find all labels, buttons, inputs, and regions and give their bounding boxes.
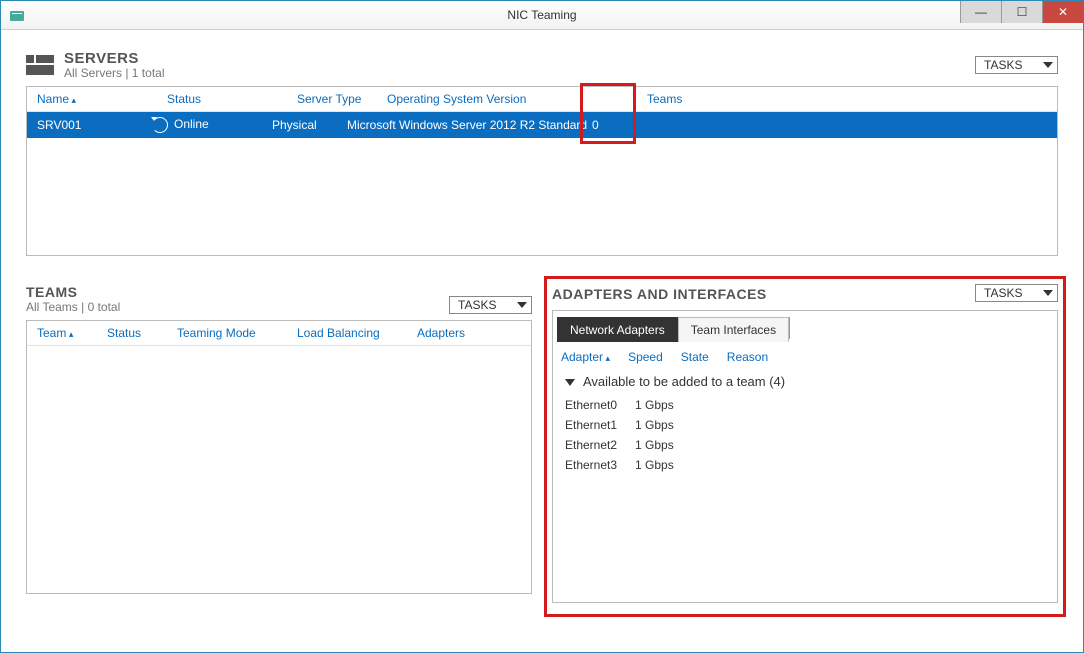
col-teams[interactable]: Teams [647,92,717,106]
adapters-tasks-dropdown[interactable]: TASKS [975,284,1058,302]
tab-network-adapters[interactable]: Network Adapters [557,317,678,342]
col-team[interactable]: Team [37,326,107,340]
col-os[interactable]: Operating System Version [387,92,647,106]
close-button[interactable]: ✕ [1042,1,1083,23]
refresh-icon [152,117,168,133]
minimize-button[interactable]: — [960,1,1001,23]
adapter-group-available[interactable]: Available to be added to a team (4) [553,368,1057,395]
col-status[interactable]: Status [167,92,297,106]
adapters-section: ADAPTERS AND INTERFACES TASKS Network Ad… [552,284,1058,603]
adapter-row[interactable]: Ethernet11 Gbps [553,415,1057,435]
cell-os: Microsoft Windows Server 2012 R2 Standar… [347,118,592,132]
col-teaming-mode[interactable]: Teaming Mode [177,326,297,340]
cell-status: Online [152,117,272,133]
teams-title: TEAMS [26,284,120,300]
col-name[interactable]: Name [37,92,167,106]
teams-section: TEAMS All Teams | 0 total TASKS Team Sta… [26,284,532,603]
col-adapters[interactable]: Adapters [417,326,485,340]
adapter-row[interactable]: Ethernet21 Gbps [553,435,1057,455]
cell-name: SRV001 [37,118,152,132]
servers-section: SERVERS All Servers | 1 total TASKS Name… [26,50,1058,256]
col-load-balancing[interactable]: Load Balancing [297,326,417,340]
teams-subtitle: All Teams | 0 total [26,300,120,314]
col-state[interactable]: State [681,350,727,364]
col-reason[interactable]: Reason [727,350,786,364]
nic-teaming-window: NIC Teaming — ☐ ✕ SERVERS All Servers | … [0,0,1084,653]
title-bar: NIC Teaming — ☐ ✕ [1,1,1083,30]
adapters-title: ADAPTERS AND INTERFACES [552,286,767,302]
col-adapter[interactable]: Adapter [561,350,628,364]
servers-subtitle: All Servers | 1 total [64,66,165,80]
window-title: NIC Teaming [1,8,1083,22]
col-speed[interactable]: Speed [628,350,681,364]
server-row-selected[interactable]: SRV001 Online Physical Microsoft Windows… [27,112,1057,138]
servers-columns: Name Status Server Type Operating System… [27,87,1057,112]
cell-teams: 0 [592,118,642,132]
tab-separator [789,317,790,339]
cell-type: Physical [272,118,347,132]
adapter-columns: Adapter Speed State Reason [553,346,1057,368]
adapter-tabs: Network Adapters Team Interfaces [553,317,1057,342]
maximize-button[interactable]: ☐ [1001,1,1042,23]
teams-tasks-dropdown[interactable]: TASKS [449,296,532,314]
teams-columns: Team Status Teaming Mode Load Balancing … [27,321,531,346]
tab-team-interfaces[interactable]: Team Interfaces [678,317,789,342]
app-icon [9,7,25,23]
adapter-row[interactable]: Ethernet31 Gbps [553,455,1057,475]
collapse-icon [565,379,575,386]
servers-tasks-dropdown[interactable]: TASKS [975,56,1058,74]
col-team-status[interactable]: Status [107,326,177,340]
servers-icon [26,55,54,75]
servers-title: SERVERS [64,50,165,67]
adapter-row[interactable]: Ethernet01 Gbps [553,395,1057,415]
col-server-type[interactable]: Server Type [297,92,387,106]
